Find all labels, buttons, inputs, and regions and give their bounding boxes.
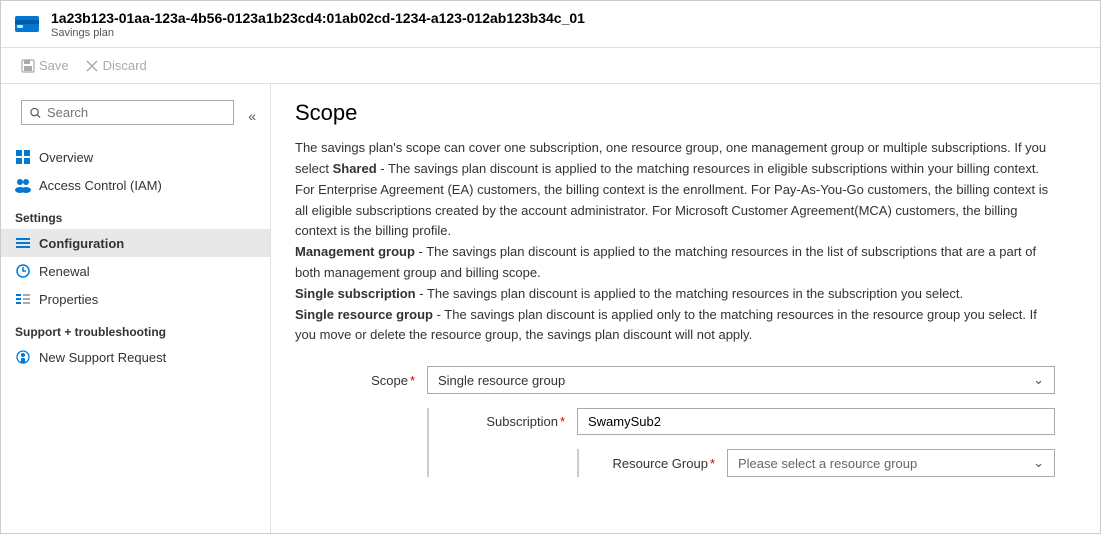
people-icon bbox=[15, 177, 31, 193]
management-group-term: Management group bbox=[295, 244, 415, 259]
overview-icon bbox=[15, 149, 31, 165]
content-title: Scope bbox=[295, 100, 1076, 126]
sidebar-item-configuration-label: Configuration bbox=[39, 236, 124, 251]
support-section-label: Support + troubleshooting bbox=[1, 313, 270, 343]
properties-icon bbox=[15, 291, 31, 307]
sidebar-item-properties[interactable]: Properties bbox=[1, 285, 270, 313]
toolbar: Save Discard bbox=[1, 48, 1100, 84]
support-icon bbox=[15, 349, 31, 365]
page-subtitle: Savings plan bbox=[51, 27, 585, 39]
sidebar-item-iam-label: Access Control (IAM) bbox=[39, 178, 162, 193]
settings-section-label: Settings bbox=[1, 199, 270, 229]
resource-group-dropdown[interactable]: Please select a resource group ⌄ bbox=[727, 449, 1055, 477]
indented-form-block-2: Resource Group* Please select a resource… bbox=[577, 449, 1055, 477]
scope-description: The savings plan's scope can cover one s… bbox=[295, 138, 1055, 346]
resource-group-field-label: Resource Group* bbox=[595, 456, 715, 471]
header-text-block: 1a23b123-01aa-123a-4b56-0123a1b23cd4:01a… bbox=[51, 9, 585, 39]
single-subscription-term: Single subscription bbox=[295, 286, 416, 301]
sidebar-item-renewal[interactable]: Renewal bbox=[1, 257, 270, 285]
search-input[interactable] bbox=[47, 105, 225, 120]
scope-row: Scope* Single resource group ⌄ bbox=[295, 366, 1055, 394]
main-content: Scope The savings plan's scope can cover… bbox=[271, 84, 1100, 533]
sidebar-item-overview[interactable]: Overview bbox=[1, 143, 270, 171]
save-icon bbox=[21, 59, 35, 73]
discard-button[interactable]: Discard bbox=[77, 54, 155, 77]
resource-group-chevron-icon: ⌄ bbox=[1033, 455, 1044, 471]
sidebar: « Overview Acces bbox=[1, 84, 271, 533]
shared-term: Shared bbox=[333, 161, 377, 176]
sidebar-item-new-support-label: New Support Request bbox=[39, 350, 166, 365]
single-resource-group-term: Single resource group bbox=[295, 307, 433, 322]
save-button[interactable]: Save bbox=[13, 54, 77, 77]
page-header: 1a23b123-01aa-123a-4b56-0123a1b23cd4:01a… bbox=[1, 1, 1100, 48]
scope-field-label: Scope* bbox=[295, 373, 415, 388]
scope-dropdown[interactable]: Single resource group ⌄ bbox=[427, 366, 1055, 394]
discard-icon bbox=[85, 59, 99, 73]
search-icon bbox=[30, 107, 41, 119]
scope-form: Scope* Single resource group ⌄ Subscript… bbox=[295, 366, 1055, 477]
savings-plan-icon bbox=[13, 10, 41, 38]
indented-form-block: Subscription* Resource Group* Please bbox=[427, 408, 1055, 477]
search-box[interactable] bbox=[21, 100, 234, 125]
page-title: 1a23b123-01aa-123a-4b56-0123a1b23cd4:01a… bbox=[51, 9, 585, 27]
resource-group-row: Resource Group* Please select a resource… bbox=[595, 449, 1055, 477]
sidebar-item-properties-label: Properties bbox=[39, 292, 98, 307]
config-icon bbox=[15, 235, 31, 251]
sidebar-item-renewal-label: Renewal bbox=[39, 264, 90, 279]
sidebar-item-new-support[interactable]: New Support Request bbox=[1, 343, 270, 371]
subscription-row: Subscription* bbox=[445, 408, 1055, 435]
main-layout: « Overview Acces bbox=[1, 84, 1100, 533]
resource-group-placeholder: Please select a resource group bbox=[738, 456, 917, 471]
sidebar-item-overview-label: Overview bbox=[39, 150, 93, 165]
subscription-input[interactable] bbox=[577, 408, 1055, 435]
scope-chevron-icon: ⌄ bbox=[1033, 372, 1044, 388]
sidebar-item-configuration[interactable]: Configuration bbox=[1, 229, 270, 257]
sidebar-item-access-control[interactable]: Access Control (IAM) bbox=[1, 171, 270, 199]
subscription-field-label: Subscription* bbox=[445, 414, 565, 429]
renewal-icon bbox=[15, 263, 31, 279]
collapse-sidebar-button[interactable]: « bbox=[244, 106, 260, 126]
